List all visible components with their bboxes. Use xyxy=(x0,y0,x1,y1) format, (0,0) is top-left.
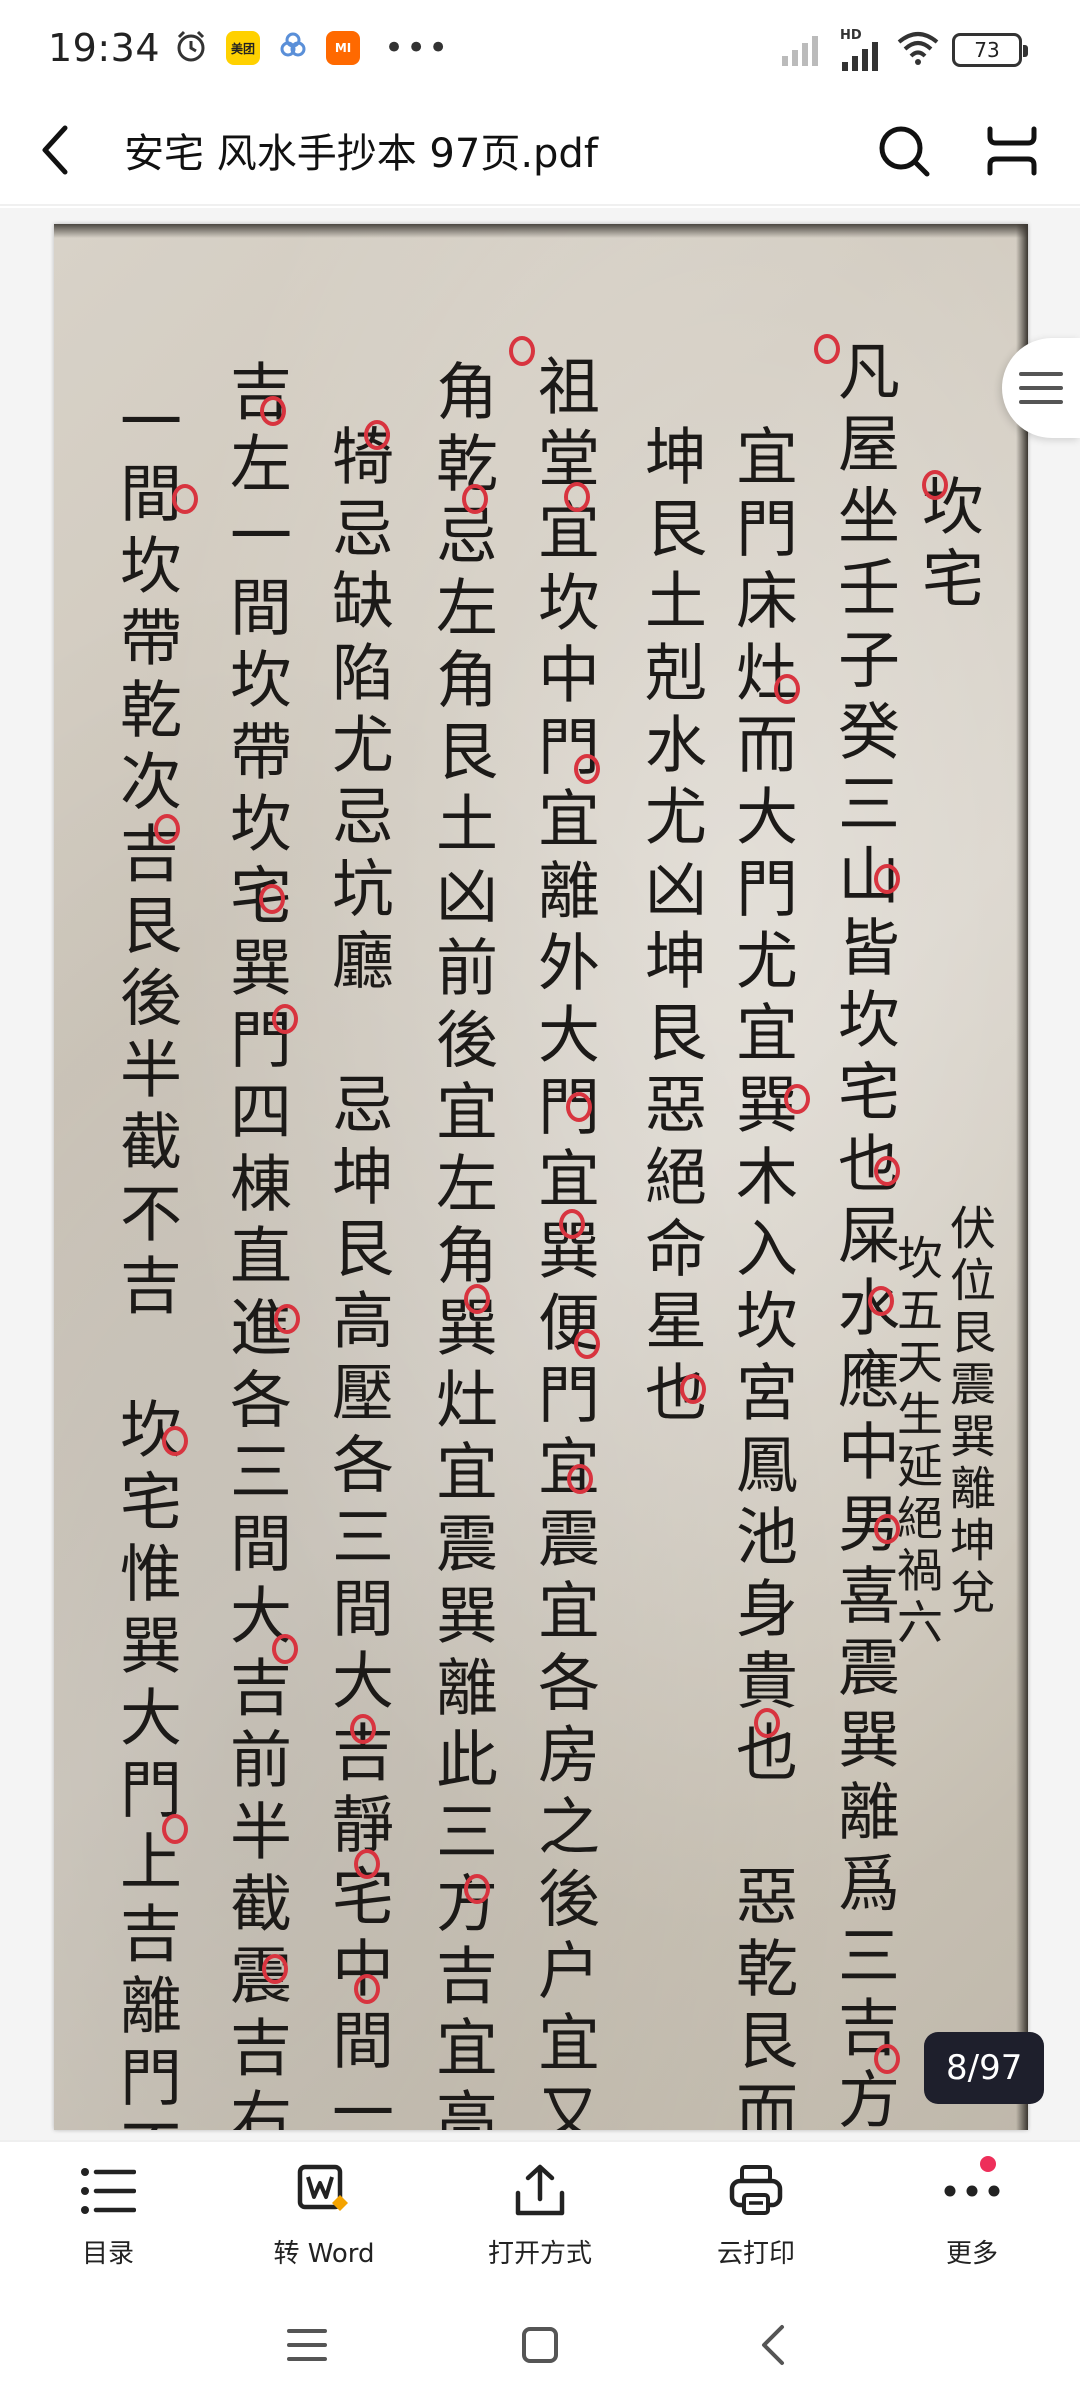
back-icon xyxy=(42,125,68,175)
red-punctuation-mark xyxy=(354,1849,380,1879)
red-punctuation-mark xyxy=(272,1634,298,1664)
document-title: 安宅 风水手抄本 97页.pdf xyxy=(124,131,598,177)
more-button[interactable]: 更多 xyxy=(864,2142,1080,2290)
red-punctuation-mark xyxy=(274,1304,300,1334)
system-nav-bar xyxy=(0,2290,1080,2400)
status-right-icons: HD 73 xyxy=(780,28,1028,72)
red-punctuation-mark xyxy=(462,484,488,514)
fullscreen-icon xyxy=(987,126,1037,176)
home-button[interactable] xyxy=(500,2305,580,2385)
document-viewer[interactable]: 坎宅 凡屋坐壬子癸三山皆坎宅也屎水應中男喜震巽離爲三吉方 宜門床灶而大門尤宜巽木… xyxy=(0,208,1080,2140)
red-punctuation-mark xyxy=(754,1708,780,1738)
alarm-icon xyxy=(174,29,208,67)
wifi-icon xyxy=(896,30,940,70)
share-icon xyxy=(512,2163,568,2219)
cloud-app-icon xyxy=(278,31,308,65)
red-punctuation-mark xyxy=(874,1156,900,1186)
red-punctuation-mark xyxy=(509,336,535,366)
word-label: 转 Word xyxy=(273,2238,375,2269)
more-notifications-icon: ••• xyxy=(384,28,451,68)
red-punctuation-mark xyxy=(464,1284,490,1314)
more-label: 更多 xyxy=(945,2238,998,2269)
printer-icon xyxy=(728,2163,784,2219)
text-column-4: 坤艮土剋水尤凶坤艮惡絕命星也 xyxy=(634,424,707,1432)
cloud-print-label: 云打印 xyxy=(716,2238,795,2269)
red-punctuation-mark xyxy=(774,674,800,704)
page-counter: 8/97 xyxy=(924,2032,1045,2104)
bottom-toolbar: 目录 转 Word 打开方式 云打印 更多 xyxy=(0,2140,1080,2290)
status-bar: 19:34 美团 MI ••• HD 73 xyxy=(0,0,1080,96)
page-shadow-top xyxy=(54,224,1028,238)
text-column-5: 祖堂宜坎中門宜離外大門宜巽便門宜震宜各房之後户宜又 xyxy=(527,354,600,2130)
hd-signal-icon: HD xyxy=(840,29,884,72)
red-punctuation-mark xyxy=(272,1004,298,1034)
open-with-button[interactable]: 打开方式 xyxy=(432,2142,648,2290)
cellular-signal-icon xyxy=(780,28,828,72)
red-punctuation-mark xyxy=(564,482,590,512)
red-punctuation-mark xyxy=(162,1426,188,1456)
title-bar: 安宅 风水手抄本 97页.pdf xyxy=(0,96,1080,206)
red-punctuation-mark xyxy=(868,1286,894,1316)
hd-label: HD xyxy=(840,27,862,43)
convert-to-word-button[interactable]: 转 Word xyxy=(216,2142,432,2290)
red-punctuation-mark xyxy=(680,1374,706,1404)
red-punctuation-mark xyxy=(154,814,180,844)
margin-note-1: 伏位艮震巽離坤兌 xyxy=(943,1204,997,1620)
text-column-9: 一間坎帶乾次吉艮後半截不吉 坎宅惟巽大門上吉離門不 xyxy=(109,389,182,2130)
text-column-8: 吉左一間坎帶坎宅巽門四棟直進各三間大吉前半截震吉右 xyxy=(219,359,292,2130)
toc-label: 目录 xyxy=(81,2238,134,2269)
red-punctuation-mark xyxy=(922,470,948,500)
red-punctuation-mark xyxy=(814,334,840,364)
system-back-button[interactable] xyxy=(733,2305,813,2385)
notification-dot xyxy=(980,2156,996,2172)
margin-note-2: 坎五天生延絕禍六 xyxy=(890,1234,944,1650)
red-punctuation-mark xyxy=(260,396,286,426)
red-punctuation-mark xyxy=(559,1209,585,1239)
red-punctuation-mark xyxy=(874,2044,900,2074)
text-column-2: 凡屋坐壬子癸三山皆坎宅也屎水應中男喜震巽離爲三吉方 xyxy=(827,339,900,2130)
title-actions xyxy=(864,111,1052,191)
mi-app-icon: MI xyxy=(326,31,361,65)
back-icon xyxy=(762,2325,785,2365)
red-punctuation-mark xyxy=(574,1329,600,1359)
red-punctuation-mark xyxy=(259,884,285,914)
red-punctuation-mark xyxy=(784,1084,810,1114)
red-punctuation-mark xyxy=(364,420,390,450)
document-page[interactable]: 坎宅 凡屋坐壬子癸三山皆坎宅也屎水應中男喜震巽離爲三吉方 宜門床灶而大門尤宜巽木… xyxy=(54,224,1028,2130)
menu-icon xyxy=(286,2329,327,2361)
status-left-icons: 美团 MI ••• xyxy=(174,28,450,68)
table-of-contents-button[interactable]: 目录 xyxy=(0,2142,216,2290)
red-punctuation-mark xyxy=(574,754,600,784)
red-punctuation-mark xyxy=(172,484,198,514)
recent-apps-button[interactable] xyxy=(267,2305,347,2385)
search-icon xyxy=(879,126,930,177)
battery-icon: 73 xyxy=(952,33,1028,67)
back-button[interactable] xyxy=(0,95,110,205)
search-button[interactable] xyxy=(864,111,944,191)
open-with-label: 打开方式 xyxy=(487,2238,592,2269)
red-punctuation-mark xyxy=(464,1874,490,1904)
red-punctuation-mark xyxy=(567,1464,593,1494)
red-punctuation-mark xyxy=(874,864,900,894)
red-punctuation-mark xyxy=(262,1954,288,1984)
red-punctuation-mark xyxy=(162,1814,188,1844)
list-icon xyxy=(80,2163,136,2219)
meituan-app-icon: 美团 xyxy=(226,31,261,65)
word-convert-icon xyxy=(296,2163,352,2219)
red-punctuation-mark xyxy=(566,1092,592,1122)
red-punctuation-mark xyxy=(874,1514,900,1544)
red-punctuation-mark xyxy=(350,1714,376,1744)
list-icon xyxy=(1019,372,1063,404)
status-time: 19:34 xyxy=(48,26,161,70)
home-icon xyxy=(521,2327,558,2363)
cloud-print-button[interactable]: 云打印 xyxy=(648,2142,864,2290)
fullscreen-button[interactable] xyxy=(972,111,1052,191)
text-column-6: 角乾忌左角艮土凶前後宜左角巽灶宜震巽離此三方吉宜高 xyxy=(425,359,498,2130)
page-shadow-right xyxy=(1016,224,1028,2130)
red-punctuation-mark xyxy=(354,1974,380,2004)
